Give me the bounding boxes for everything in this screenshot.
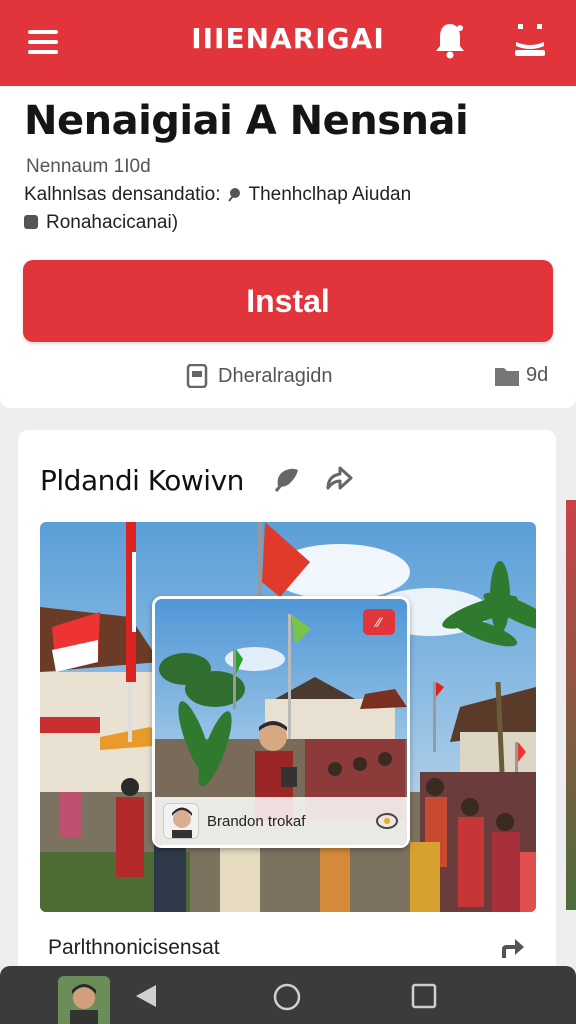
share-icon[interactable] (498, 934, 526, 962)
app-name: Nenaigiai A Nensnai (24, 98, 469, 144)
meta-left-label: Dheralragidn (218, 364, 333, 387)
app-bar-title: IIIENARIGAI (191, 22, 385, 55)
top-app-bar: IIIENARIGAI (0, 0, 576, 86)
inset-name: Brandon trokaf (207, 812, 306, 830)
feed-title: Pldandi Kowivn (40, 464, 244, 497)
install-button[interactable]: Instal (23, 260, 553, 342)
app-small-icon (24, 215, 38, 229)
feed-card: Pldandi Kowivn ⁄⁄ Brandon trokaf Parlthn… (18, 430, 556, 990)
document-icon (186, 364, 208, 388)
eye-icon[interactable] (375, 809, 399, 833)
avatar-image (58, 976, 110, 1024)
recent-apps-icon[interactable] (410, 982, 438, 1010)
feed-photo[interactable]: ⁄⁄ Brandon trokaf (40, 522, 536, 912)
bell-icon[interactable] (430, 20, 470, 60)
system-nav-bar (0, 966, 576, 1024)
pin-icon (228, 188, 241, 202)
home-icon[interactable] (272, 982, 302, 1012)
edit-icon[interactable] (272, 464, 302, 494)
meta-right-label: 9d (526, 364, 549, 386)
app-description-line-2: Ronahacicanai) (24, 212, 178, 234)
app-version: Nennaum 1I0d (26, 156, 151, 177)
description-text: Kalhnlsas densandatio: (24, 184, 221, 205)
feed-caption: Parlthnonicisensat (48, 936, 220, 959)
person-icon[interactable] (508, 20, 552, 60)
app-info-card: Nenaigiai A Nensnai Nennaum 1I0d Kalhnls… (0, 86, 576, 408)
next-card-peek (566, 500, 576, 910)
inset-badge-icon[interactable]: ⁄⁄ (363, 609, 395, 635)
inset-avatar[interactable] (163, 803, 199, 839)
inset-caption-bar: Brandon trokaf (155, 797, 407, 845)
nav-avatar[interactable] (58, 976, 110, 1024)
back-icon[interactable] (132, 982, 160, 1010)
description-text-2: Thenhclhap Aiudan (248, 184, 412, 205)
inset-photo[interactable]: ⁄⁄ Brandon trokaf (152, 596, 410, 848)
share-outline-icon[interactable] (324, 464, 354, 494)
app-description-line-1: Kalhnlsas densandatio: Thenhclhap Aiudan (24, 184, 411, 206)
meta-info-left: Dheralragidn (186, 364, 333, 388)
description-text-3: Ronahacicanai) (46, 212, 179, 233)
avatar-image (164, 804, 198, 838)
folder-icon (495, 367, 519, 386)
meta-info-right: 9d (494, 364, 548, 387)
